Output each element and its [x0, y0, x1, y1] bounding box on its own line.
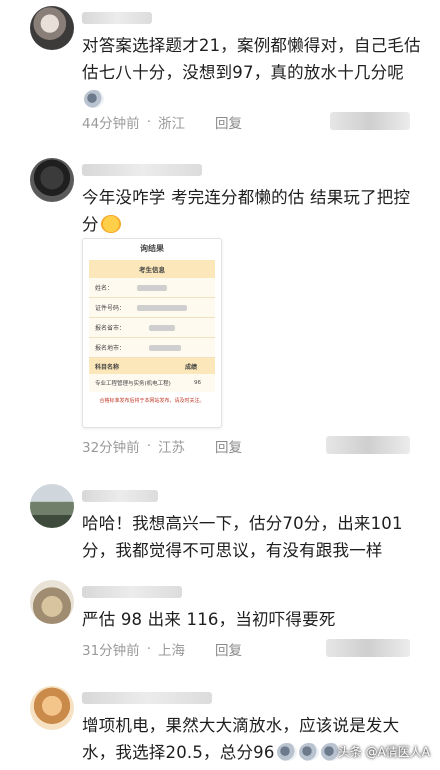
avatar[interactable] [30, 6, 74, 50]
hot-face-emoji-icon [100, 215, 121, 233]
row-label: 报名省市： [95, 325, 126, 332]
like-count-blurred[interactable] [326, 436, 410, 454]
card-subject-row: 专业工程管理与实务(机电工程) 96 [89, 374, 215, 392]
username-blurred[interactable] [82, 164, 202, 176]
score-result-card[interactable]: 询结果 考生信息 姓名： 证件号码： 报名省市： 报名地市： 科目名称 成绩 专业… [82, 238, 222, 428]
comment-location: 浙江 [157, 116, 185, 132]
separator-dot: · [146, 438, 151, 454]
reply-button[interactable]: 回复 [215, 639, 242, 659]
row-label: 证件号码： [95, 305, 126, 312]
redacted-value [137, 284, 168, 291]
cat-emoji-icon [84, 90, 104, 108]
username-blurred[interactable] [82, 692, 212, 704]
cat-emoji-icon [298, 743, 319, 761]
comment-text: 严估 98 出来 116，当初吓得要死 [82, 606, 422, 633]
comment-meta: 31分钟前 · 上海 回复 [82, 639, 242, 659]
redacted-value [149, 344, 182, 351]
card-row-city: 报名地市： [89, 338, 215, 358]
subject-name: 专业工程管理与实务(机电工程) [95, 381, 171, 387]
username-blurred[interactable] [82, 490, 158, 502]
username-blurred[interactable] [82, 586, 182, 598]
comment-location: 江苏 [157, 440, 185, 456]
row-label: 报名地市： [95, 345, 126, 352]
username-blurred[interactable] [82, 12, 152, 24]
reply-button[interactable]: 回复 [215, 112, 242, 132]
avatar[interactable] [30, 158, 74, 202]
separator-dot: · [146, 114, 151, 130]
reply-button[interactable]: 回复 [215, 436, 242, 456]
comment-meta: 32分钟前 · 江苏 回复 [82, 436, 242, 456]
avatar[interactable] [30, 484, 74, 528]
comment-time: 31分钟前 [82, 643, 140, 659]
comment-text-content: 严估 98 出来 116，当初吓得要死 [82, 610, 336, 629]
comment-time: 44分钟前 [82, 116, 140, 132]
redacted-value [137, 304, 188, 311]
subject-header-label: 科目名称 [95, 363, 120, 371]
subject-score: 96 [194, 380, 201, 386]
comment-text-content: 哈哈！我想高兴一下，估分70分，出来101分，我都觉得不可思议，有没有跟我一样 [82, 514, 403, 560]
redacted-value [149, 324, 176, 331]
separator-dot: · [146, 641, 151, 657]
avatar[interactable] [30, 686, 74, 730]
like-count-blurred[interactable] [330, 112, 410, 130]
cat-emoji-icon [276, 743, 297, 761]
watermark: 头条 @A情医人A [337, 745, 430, 759]
card-row-name: 姓名： [89, 278, 215, 298]
comment-text: 哈哈！我想高兴一下，估分70分，出来101分，我都觉得不可思议，有没有跟我一样 [82, 510, 422, 564]
card-section-header: 考生信息 [89, 260, 215, 278]
score-header-label: 成绩 [184, 363, 197, 371]
card-row-id: 证件号码： [89, 298, 215, 318]
card-title: 询结果 [140, 244, 164, 253]
comment-location: 上海 [157, 643, 185, 659]
row-label: 姓名： [95, 285, 114, 292]
card-note: 合格标准发布后将于本网站发布，请及时关注。 [99, 398, 205, 404]
comment-text-content: 对答案选择题才21，案例都懒得对，自己毛估估七八十分，没想到97，真的放水十几分… [82, 36, 421, 82]
like-count-blurred[interactable] [326, 639, 410, 657]
comment-text: 今年没咋学 考完连分都懒的估 结果玩了把控分 [82, 184, 422, 238]
comment-text-content: 今年没咋学 考完连分都懒的估 结果玩了把控分 [82, 188, 411, 234]
comment-meta: 44分钟前 · 浙江 回复 [82, 112, 242, 132]
card-row-province: 报名省市： [89, 318, 215, 338]
avatar[interactable] [30, 580, 74, 624]
comment-time: 32分钟前 [82, 440, 140, 456]
card-subject-header: 科目名称 成绩 [89, 358, 215, 374]
comment-text: 对答案选择题才21，案例都懒得对，自己毛估估七八十分，没想到97，真的放水十几分… [82, 32, 422, 113]
